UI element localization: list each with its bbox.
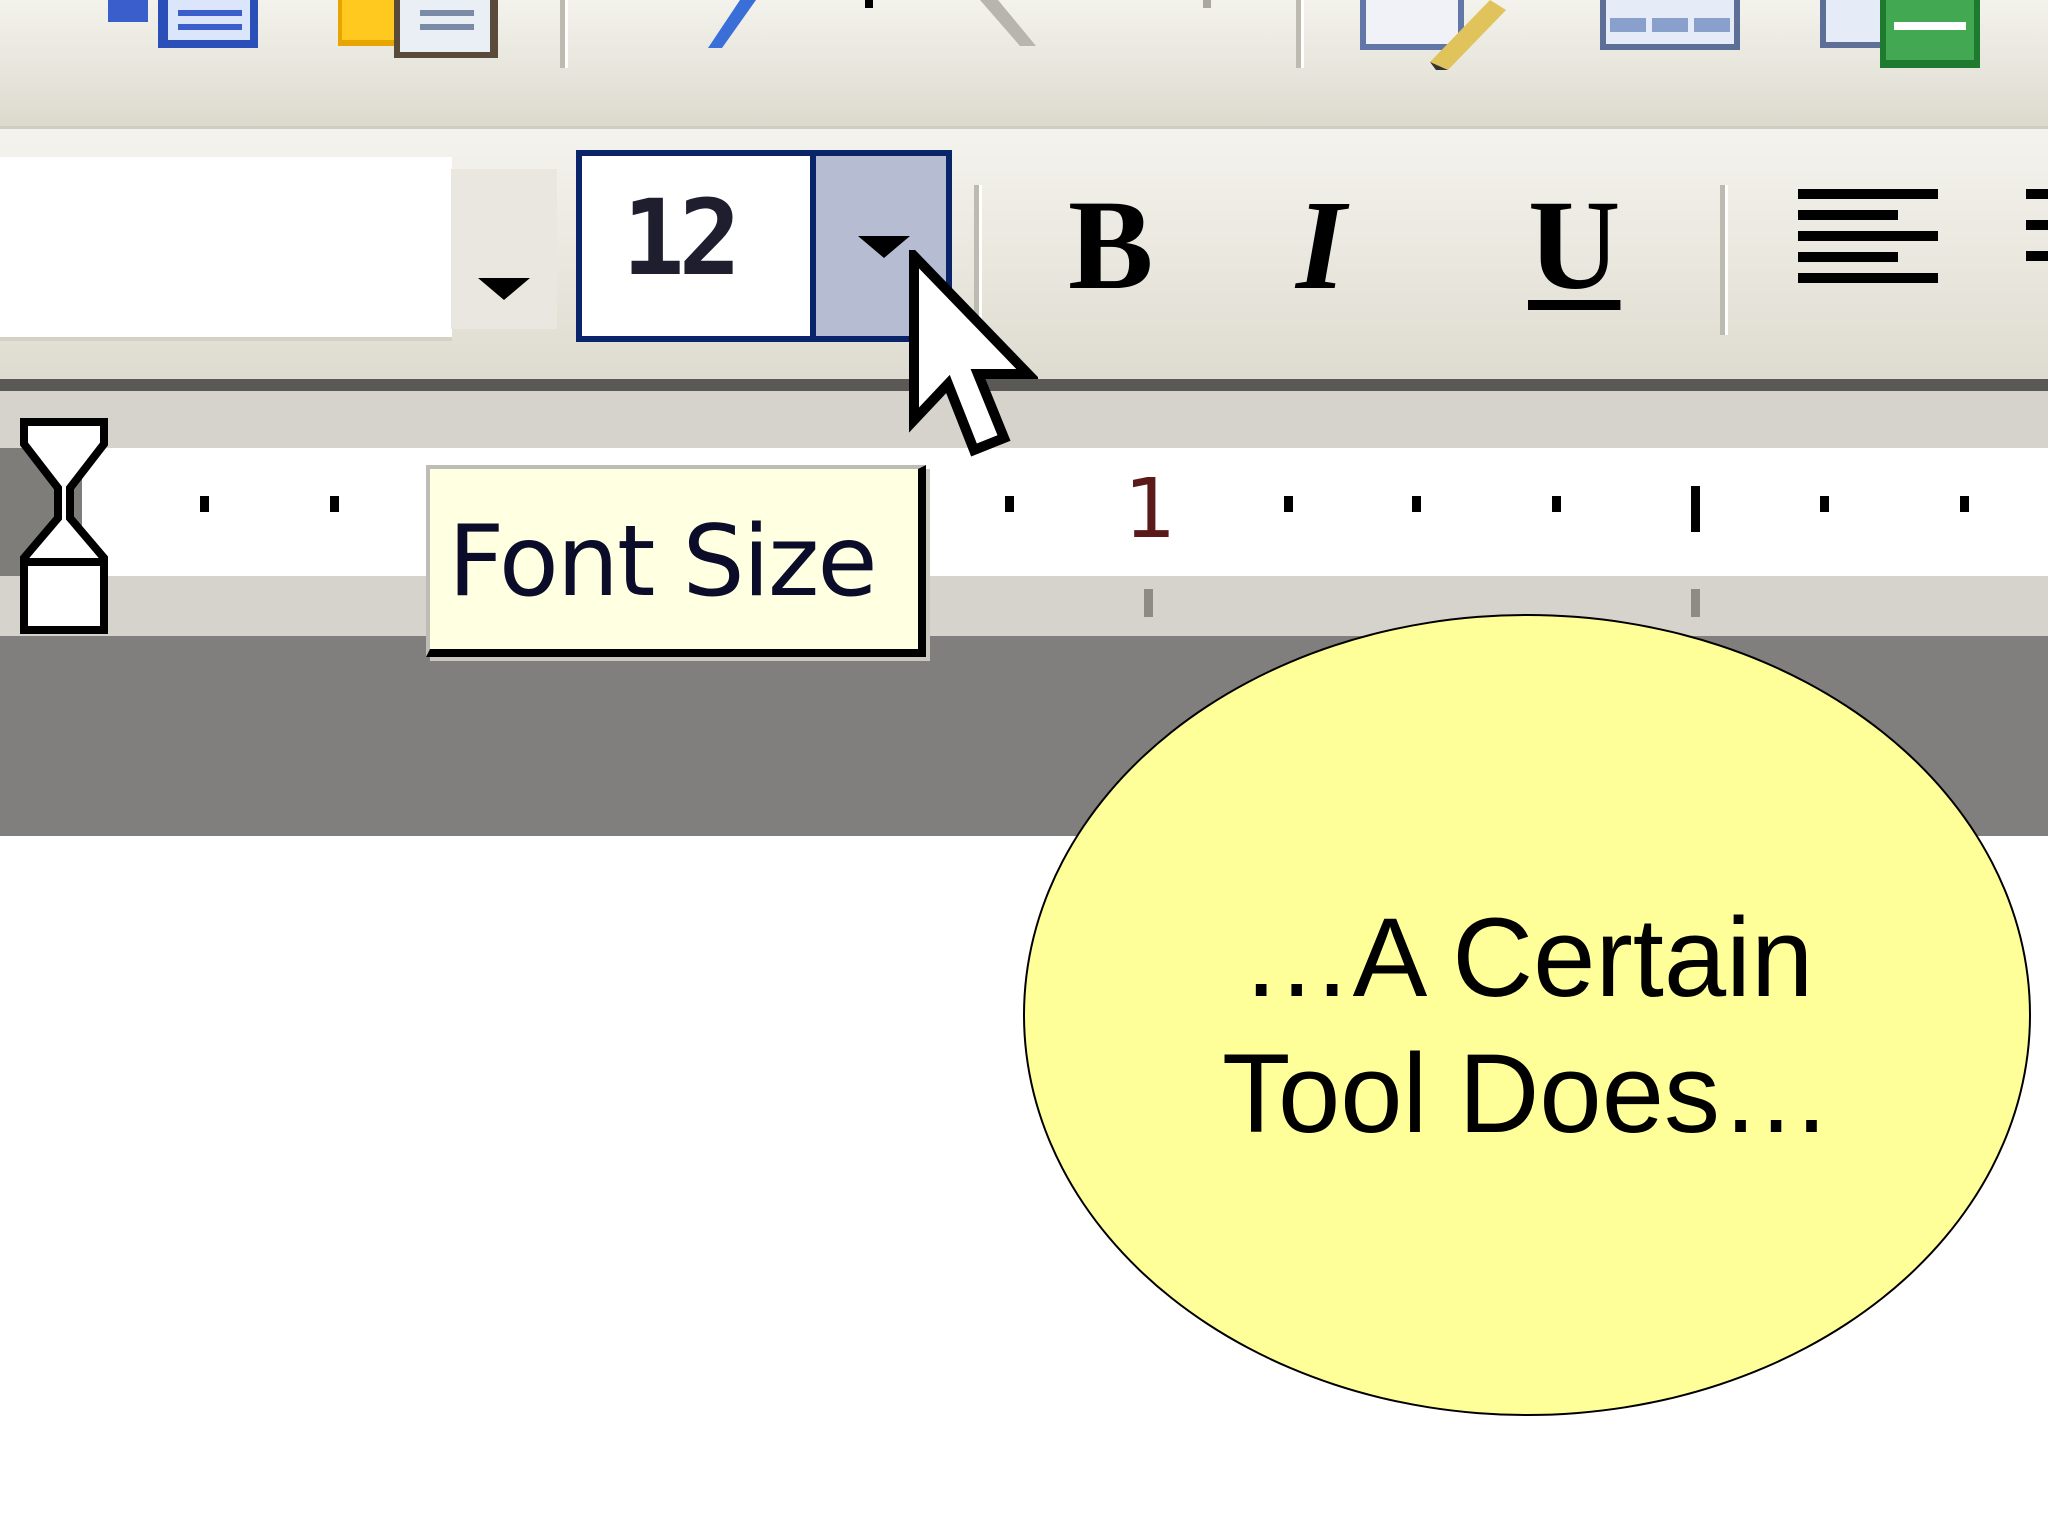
callout-line-1: …A Certain <box>1240 895 1814 1020</box>
align-center-icon[interactable] <box>2026 189 2048 282</box>
font-size-tooltip: Font Size <box>426 465 926 657</box>
ruler-tick <box>1552 496 1561 512</box>
bold-button[interactable]: B <box>1068 181 1153 309</box>
paste-icon[interactable] <box>338 0 500 65</box>
table-icon[interactable] <box>1600 0 1740 57</box>
tooltip-text: Font Size <box>448 505 878 619</box>
undo-icon[interactable] <box>700 0 770 57</box>
callout-line-2: Tool Does… <box>1221 1031 1833 1156</box>
callout-text: …A Certain Tool Does… <box>1025 890 2029 1162</box>
chevron-down-icon <box>858 236 910 258</box>
toolbar-separator <box>560 0 568 68</box>
ruler-tick <box>1005 496 1014 512</box>
document-map-icon[interactable] <box>108 0 260 57</box>
font-name-dropdown-button[interactable] <box>448 169 557 329</box>
font-size-value[interactable]: 12 <box>622 186 741 290</box>
font-size-combo[interactable]: 12 <box>576 150 952 342</box>
ruler-tab-stop <box>1144 589 1153 617</box>
indent-marker-icon[interactable] <box>20 418 110 641</box>
excel-icon[interactable] <box>1820 0 1980 75</box>
font-name-input[interactable] <box>0 157 452 341</box>
ruler-tick <box>1960 496 1969 512</box>
mouse-pointer-icon <box>908 243 1040 475</box>
italic-button[interactable]: I <box>1296 181 1346 309</box>
ruler-tick <box>200 496 209 512</box>
callout-bubble: …A Certain Tool Does… <box>1023 614 2031 1416</box>
undo-dropdown-icon[interactable] <box>862 0 876 19</box>
align-left-icon[interactable] <box>1798 189 1938 294</box>
toolbar-separator <box>1720 185 1728 335</box>
toolbar-separator <box>1296 0 1304 68</box>
ruler-tick <box>1412 496 1421 512</box>
ruler-tick-half <box>1691 486 1700 532</box>
redo-icon[interactable] <box>980 0 1060 57</box>
ruler-tick <box>1820 496 1829 512</box>
ruler-tick <box>330 496 339 512</box>
standard-toolbar <box>0 0 2048 129</box>
drawing-icon[interactable] <box>1360 0 1506 75</box>
chevron-down-icon <box>478 278 530 300</box>
ruler-tick <box>1284 496 1293 512</box>
ruler-tab-stop <box>1691 589 1700 617</box>
underline-button[interactable]: U <box>1528 181 1620 309</box>
redo-dropdown-icon[interactable] <box>1200 0 1214 19</box>
ruler-number: 1 <box>1124 462 1177 557</box>
